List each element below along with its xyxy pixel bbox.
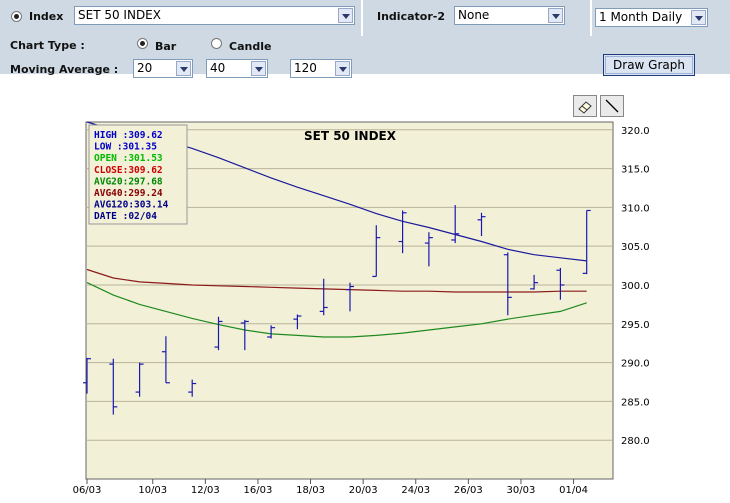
info-row: LOW :301.35 <box>94 142 157 153</box>
x-tick-label: 18/03 <box>296 485 325 496</box>
info-row: AVG40:299.24 <box>94 188 163 199</box>
x-tick-label: 06/03 <box>73 485 102 496</box>
x-tick-label: 01/04 <box>559 485 588 496</box>
y-tick-label: 310.0 <box>621 203 650 214</box>
x-tick-label: 20/03 <box>349 485 378 496</box>
y-tick-label: 295.0 <box>621 320 650 331</box>
y-tick-label: 320.0 <box>621 126 650 137</box>
info-row: AVG120:303.14 <box>94 200 169 211</box>
chart-title: SET 50 INDEX <box>304 129 397 143</box>
x-tick-label: 30/03 <box>507 485 536 496</box>
info-row: HIGH :309.62 <box>94 130 163 141</box>
x-tick-label: 12/03 <box>191 485 220 496</box>
y-tick-label: 305.0 <box>621 242 650 253</box>
y-tick-label: 290.0 <box>621 359 650 370</box>
x-tick-label: 26/03 <box>454 485 483 496</box>
info-row: DATE :02/04 <box>94 211 157 222</box>
info-row: CLOSE:309.62 <box>94 165 163 176</box>
price-chart: 320.0 315.0 310.0 305.0 300.0 295.0 290.0 285.0… <box>73 121 650 496</box>
x-tick-label: 10/03 <box>138 485 167 496</box>
y-tick-label: 285.0 <box>621 397 650 408</box>
y-tick-label: 300.0 <box>621 281 650 292</box>
x-tick-label: 16/03 <box>244 485 273 496</box>
x-tick-label: 24/03 <box>401 485 430 496</box>
y-tick-label: 315.0 <box>621 165 650 176</box>
info-row: OPEN :301.53 <box>94 153 163 164</box>
y-tick-label: 280.0 <box>621 436 650 447</box>
info-row: AVG20:297.68 <box>94 176 163 187</box>
